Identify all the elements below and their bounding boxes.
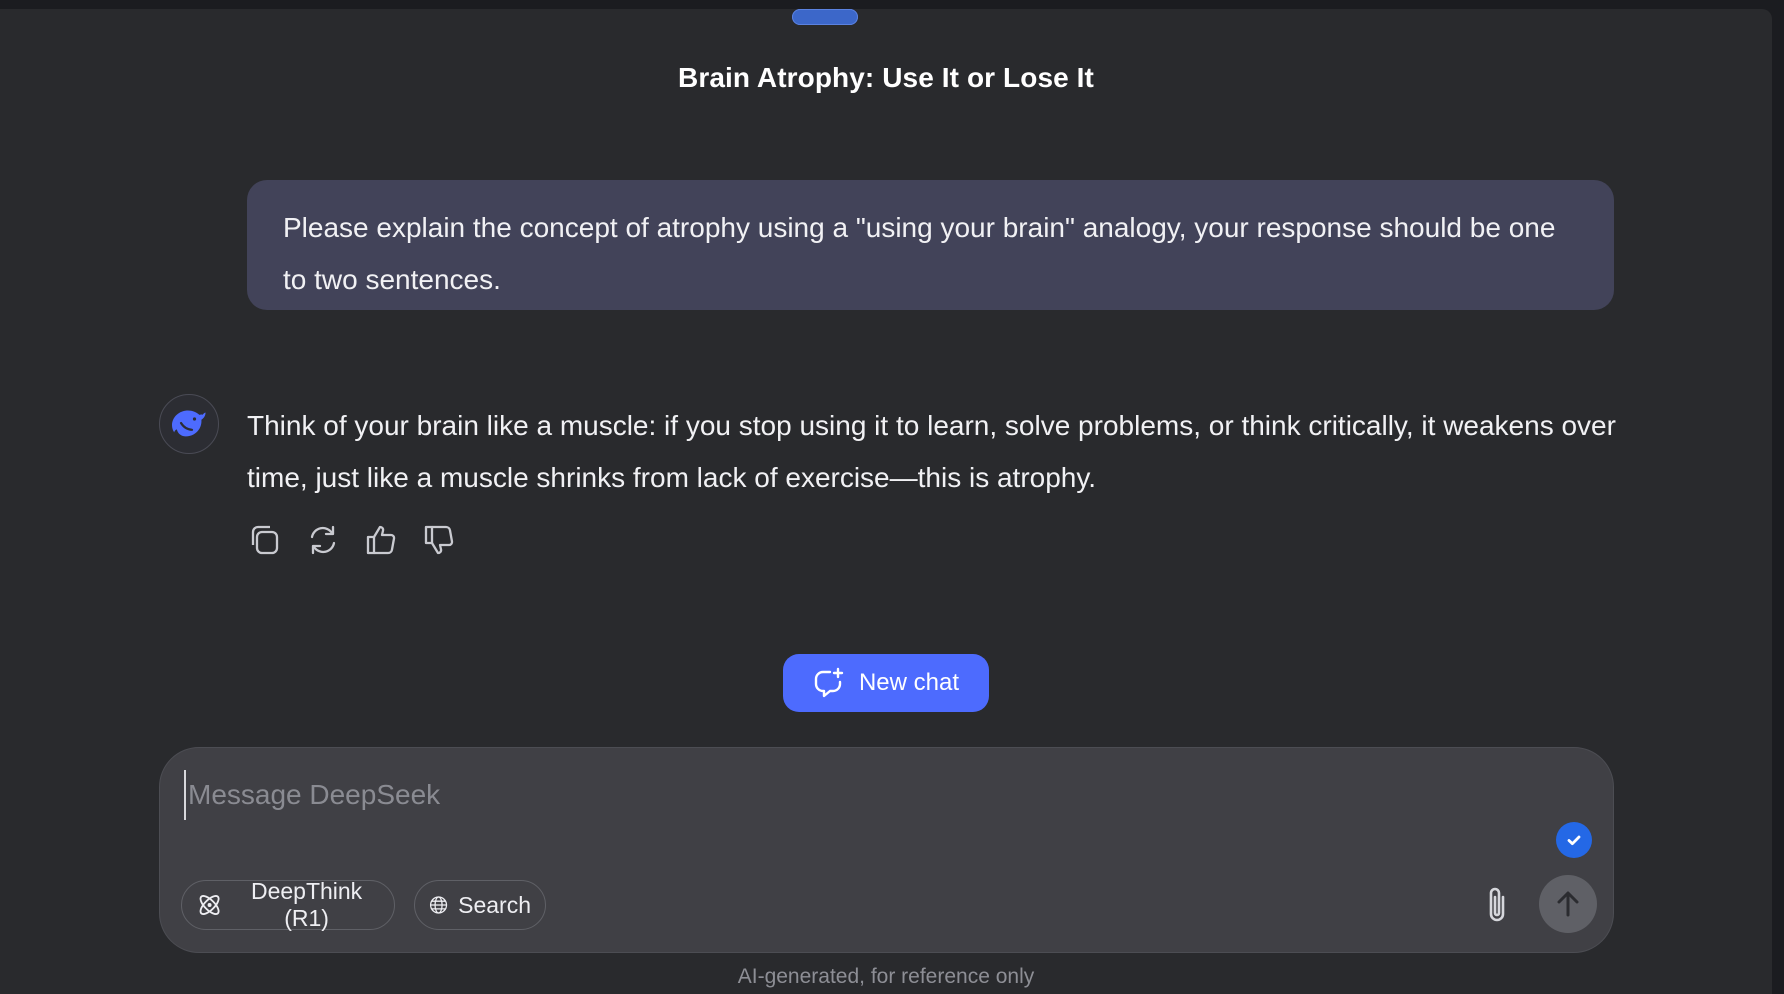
conversation-title: Brain Atrophy: Use It or Lose It	[678, 62, 1094, 93]
assistant-action-bar	[247, 522, 457, 562]
thumbs-down-icon	[424, 525, 454, 555]
new-chat-icon	[814, 667, 844, 698]
check-icon	[1567, 835, 1581, 846]
refresh-icon	[310, 525, 336, 555]
deepseek-whale-icon	[172, 410, 206, 437]
drag-handle[interactable]	[792, 9, 858, 25]
window-top-strip	[0, 0, 1784, 9]
paperclip-icon	[1489, 887, 1505, 922]
copy-button[interactable]	[247, 522, 283, 558]
send-button[interactable]	[1539, 875, 1597, 933]
message-input[interactable]	[184, 770, 1554, 820]
regenerate-button[interactable]	[305, 522, 341, 558]
ai-disclaimer: AI-generated, for reference only	[737, 965, 1035, 988]
status-check-badge	[1556, 822, 1592, 858]
copy-icon	[251, 525, 279, 555]
new-chat-label: New chat	[858, 669, 960, 696]
attach-button[interactable]	[1472, 880, 1522, 930]
atom-icon	[199, 895, 220, 915]
globe-icon	[429, 896, 448, 914]
like-button[interactable]	[363, 522, 399, 558]
new-chat-button[interactable]: New chat	[783, 654, 989, 712]
deepthink-label: DeepThink (R1)	[250, 878, 363, 931]
message-composer: DeepThink (R1) Search	[159, 747, 1614, 953]
search-label: Search	[458, 891, 531, 918]
user-message-text: Please explain the concept of atrophy us…	[283, 212, 1556, 295]
assistant-message-text: Think of your brain like a muscle: if yo…	[247, 410, 1616, 493]
arrow-up-icon	[1557, 891, 1579, 917]
dislike-button[interactable]	[421, 522, 457, 558]
thumbs-up-icon	[366, 525, 396, 555]
deepseek-avatar	[159, 394, 219, 454]
deepthink-toggle[interactable]: DeepThink (R1)	[181, 878, 395, 931]
search-toggle[interactable]: Search	[414, 880, 546, 930]
user-message-bubble: Please explain the concept of atrophy us…	[247, 180, 1614, 310]
